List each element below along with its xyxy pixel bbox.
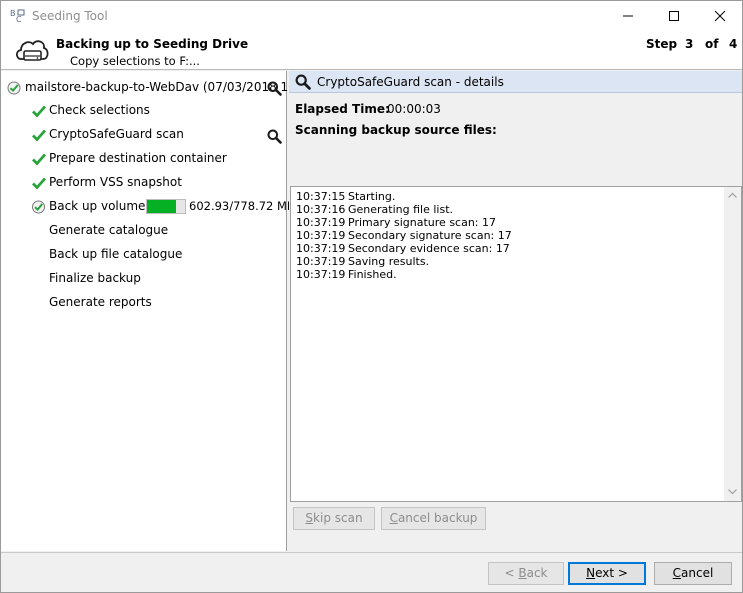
log-message: Secondary evidence scan: 17 [348, 242, 510, 255]
details-title: CryptoSafeGuard scan - details [317, 75, 504, 89]
page-title: Backing up to Seeding Drive [56, 37, 249, 51]
details-panel: CryptoSafeGuard scan - details Elapsed T… [289, 71, 742, 552]
details-header: CryptoSafeGuard scan - details [289, 71, 742, 93]
task-label: Generate reports [49, 295, 152, 309]
elapsed-time-label: Elapsed Time: [295, 102, 390, 116]
search-details-icon[interactable] [267, 81, 282, 96]
accel-key: B [518, 566, 527, 580]
log-time: 10:37:19 [296, 268, 346, 281]
log-time: 10:37:19 [296, 255, 346, 268]
log-message: Saving results. [348, 255, 430, 268]
log-line: 10:37:19 Primary signature scan: 17 [296, 216, 512, 229]
button-label: ack [526, 566, 548, 580]
log-time: 10:37:19 [296, 242, 346, 255]
cancel-backup-button[interactable]: Cancel backup [381, 507, 486, 530]
svg-text:B: B [10, 9, 16, 18]
step-current: 3 [685, 37, 694, 51]
accel-key: C [672, 566, 682, 580]
cloud-drive-icon [15, 40, 49, 61]
accel-key: N [586, 566, 596, 580]
job-status-icon [7, 81, 21, 95]
log-line: 10:37:19 Finished. [296, 268, 512, 281]
log-message: Finished. [348, 268, 397, 281]
log-line: 10:37:19 Secondary evidence scan: 17 [296, 242, 512, 255]
wizard-footer: < Back Next > Cancel [1, 552, 742, 592]
log-time: 10:37:19 [296, 229, 346, 242]
step-of: of [705, 37, 719, 51]
button-label: kip scan [313, 511, 363, 525]
log-line: 10:37:16 Generating file list. [296, 203, 512, 216]
volume-size: 602.93/778.72 MB [189, 199, 295, 213]
log-scrollbar[interactable] [724, 187, 741, 501]
log-line: 10:37:15 Starting. [296, 190, 512, 203]
task-label: CryptoSafeGuard scan [49, 127, 184, 141]
button-label: ext > [595, 566, 628, 580]
task-tree[interactable]: mailstore-backup-to-WebDav (07/03/2018 1… [1, 71, 320, 551]
button-label: ancel [681, 566, 714, 580]
cancel-button[interactable]: Cancel [654, 562, 732, 585]
button-label: ancel backup [397, 511, 478, 525]
scroll-down-button[interactable] [724, 484, 741, 501]
window-title: Seeding Tool [32, 9, 108, 23]
maximize-icon [669, 11, 679, 21]
task-label: Generate catalogue [49, 223, 169, 237]
log-time: 10:37:19 [296, 216, 346, 229]
checkmark-icon [32, 177, 47, 190]
log-line: 10:37:19 Secondary signature scan: 17 [296, 229, 512, 242]
checkmark-icon [32, 153, 47, 166]
minimize-icon [623, 15, 633, 17]
in-progress-icon [32, 200, 45, 214]
chevron-up-icon [728, 192, 737, 198]
task-label: Back up file catalogue [49, 247, 183, 261]
chevron-down-icon [728, 489, 737, 495]
step-label: Step [646, 37, 678, 51]
close-button[interactable] [697, 1, 743, 32]
bc-app-icon: B C [10, 9, 25, 24]
log-time: 10:37:16 [296, 203, 346, 216]
next-button[interactable]: Next > [568, 562, 646, 585]
log-lines: 10:37:15 Starting. 10:37:16 Generating fil… [296, 190, 512, 281]
scan-log[interactable]: 10:37:15 Starting. 10:37:16 Generating fil… [290, 186, 742, 502]
log-message: Generating file list. [348, 203, 454, 216]
task-label: Check selections [49, 103, 150, 117]
close-icon [714, 10, 726, 22]
checkmark-icon [32, 129, 47, 142]
task-label: Finalize backup [49, 271, 141, 285]
log-message: Primary signature scan: 17 [348, 216, 497, 229]
maximize-button[interactable] [651, 1, 697, 32]
button-prefix: < [504, 566, 519, 580]
wizard-header: Backing up to Seeding Drive Copy selecti… [1, 32, 742, 70]
accel-key: C [389, 511, 398, 525]
scroll-up-button[interactable] [724, 187, 741, 204]
magnifier-icon [295, 74, 311, 90]
title-bar[interactable]: B C Seeding Tool [1, 1, 742, 32]
accel-key: S [305, 511, 314, 525]
scan-details-icon[interactable] [267, 129, 282, 144]
seeding-tool-window: B C Seeding Tool Backing up to Seeding D… [0, 0, 743, 593]
step-total: 4 [729, 37, 738, 51]
back-button[interactable]: < Back [488, 562, 564, 585]
task-label: Perform VSS snapshot [49, 175, 182, 189]
minimize-button[interactable] [605, 1, 651, 32]
volume-progress-bar [146, 199, 186, 214]
task-label: Prepare destination container [49, 151, 227, 165]
svg-text:C: C [16, 15, 22, 24]
log-time: 10:37:15 [296, 190, 346, 203]
elapsed-time-value: 00:00:03 [387, 102, 441, 116]
page-subtitle: Copy selections to F:... [70, 54, 200, 68]
checkmark-icon [32, 105, 47, 118]
progress-fill [147, 200, 177, 213]
log-message: Secondary signature scan: 17 [348, 229, 512, 242]
scanning-label: Scanning backup source files: [295, 123, 497, 137]
log-message: Starting. [348, 190, 396, 203]
log-line: 10:37:19 Saving results. [296, 255, 512, 268]
skip-scan-button[interactable]: Skip scan [293, 507, 375, 530]
